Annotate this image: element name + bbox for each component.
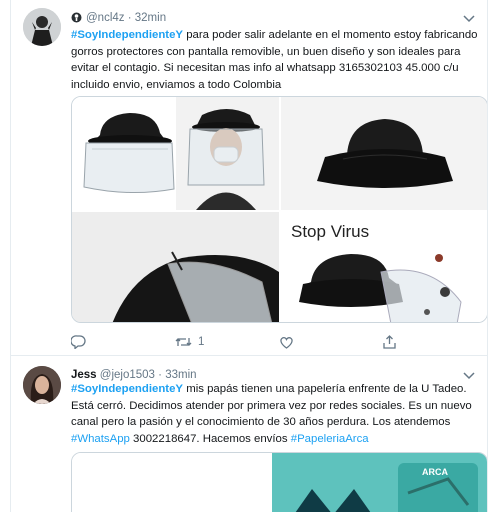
tweet-media[interactable]: ARCA [71, 452, 487, 512]
media-photo-2[interactable] [281, 97, 487, 210]
avatar-image [23, 8, 61, 46]
like-button[interactable] [279, 336, 383, 349]
chevron-down-icon[interactable] [463, 15, 475, 23]
tweet-header: Jess @jejo1503 · 33min [71, 369, 197, 381]
share-icon [383, 335, 396, 349]
heart-icon [280, 336, 293, 349]
tweet[interactable]: Jess @jejo1503 · 33min #SoyIndependiente… [11, 357, 487, 512]
hat-with-shield-image [72, 97, 279, 210]
tweet-actions: 1 [71, 334, 431, 350]
chevron-down-icon[interactable] [463, 372, 475, 380]
tweet-time[interactable]: 32min [135, 12, 166, 24]
bucket-hat-image [281, 97, 487, 210]
arca-logo-text: ARCA [422, 467, 448, 477]
tweet-handle[interactable]: @ncl4z [86, 12, 125, 24]
tweet-time[interactable]: 33min [165, 369, 196, 381]
tweet-media-grid[interactable]: Stop Virus [71, 96, 487, 323]
tweet[interactable]: @ncl4z · 32min #SoyIndependienteY para p… [11, 0, 487, 356]
media-photo-3[interactable] [72, 212, 279, 322]
tweet-text: #SoyIndependienteY para poder salir adel… [71, 27, 481, 93]
retweet-button[interactable]: 1 [175, 336, 279, 348]
reply-button[interactable] [71, 335, 175, 349]
hat-shield-closeup-image [72, 212, 279, 322]
avatar[interactable] [23, 366, 61, 404]
hashtag-link[interactable]: #SoyIndependienteY [71, 29, 183, 41]
hashtag-link[interactable]: #PapeleriaArca [291, 433, 369, 445]
tweet-handle[interactable]: @jejo1503 [100, 369, 155, 381]
media-photo-4[interactable]: Stop Virus [281, 212, 487, 322]
share-button[interactable] [383, 335, 402, 349]
tweet-body: 3002218647. Hacemos envíos [129, 432, 291, 445]
retweet-icon [175, 338, 192, 346]
papeleria-arca-image [72, 453, 487, 512]
reply-icon [71, 335, 86, 349]
tweet-header: @ncl4z · 32min [71, 12, 166, 26]
retweet-count: 1 [198, 336, 205, 348]
media-photo-1[interactable] [72, 97, 279, 210]
stop-virus-caption: Stop Virus [291, 222, 370, 241]
hashtag-link[interactable]: #SoyIndependienteY [71, 383, 183, 395]
tweet-text: #SoyIndependienteY mis papás tienen una … [71, 381, 481, 447]
hashtag-link[interactable]: #WhatsApp [71, 433, 130, 445]
profile-emoji-icon [71, 12, 82, 26]
avatar[interactable] [23, 8, 61, 46]
display-name[interactable]: Jess [71, 369, 97, 381]
timeline-feed: @ncl4z · 32min #SoyIndependienteY para p… [10, 0, 488, 512]
avatar-image [23, 366, 61, 404]
